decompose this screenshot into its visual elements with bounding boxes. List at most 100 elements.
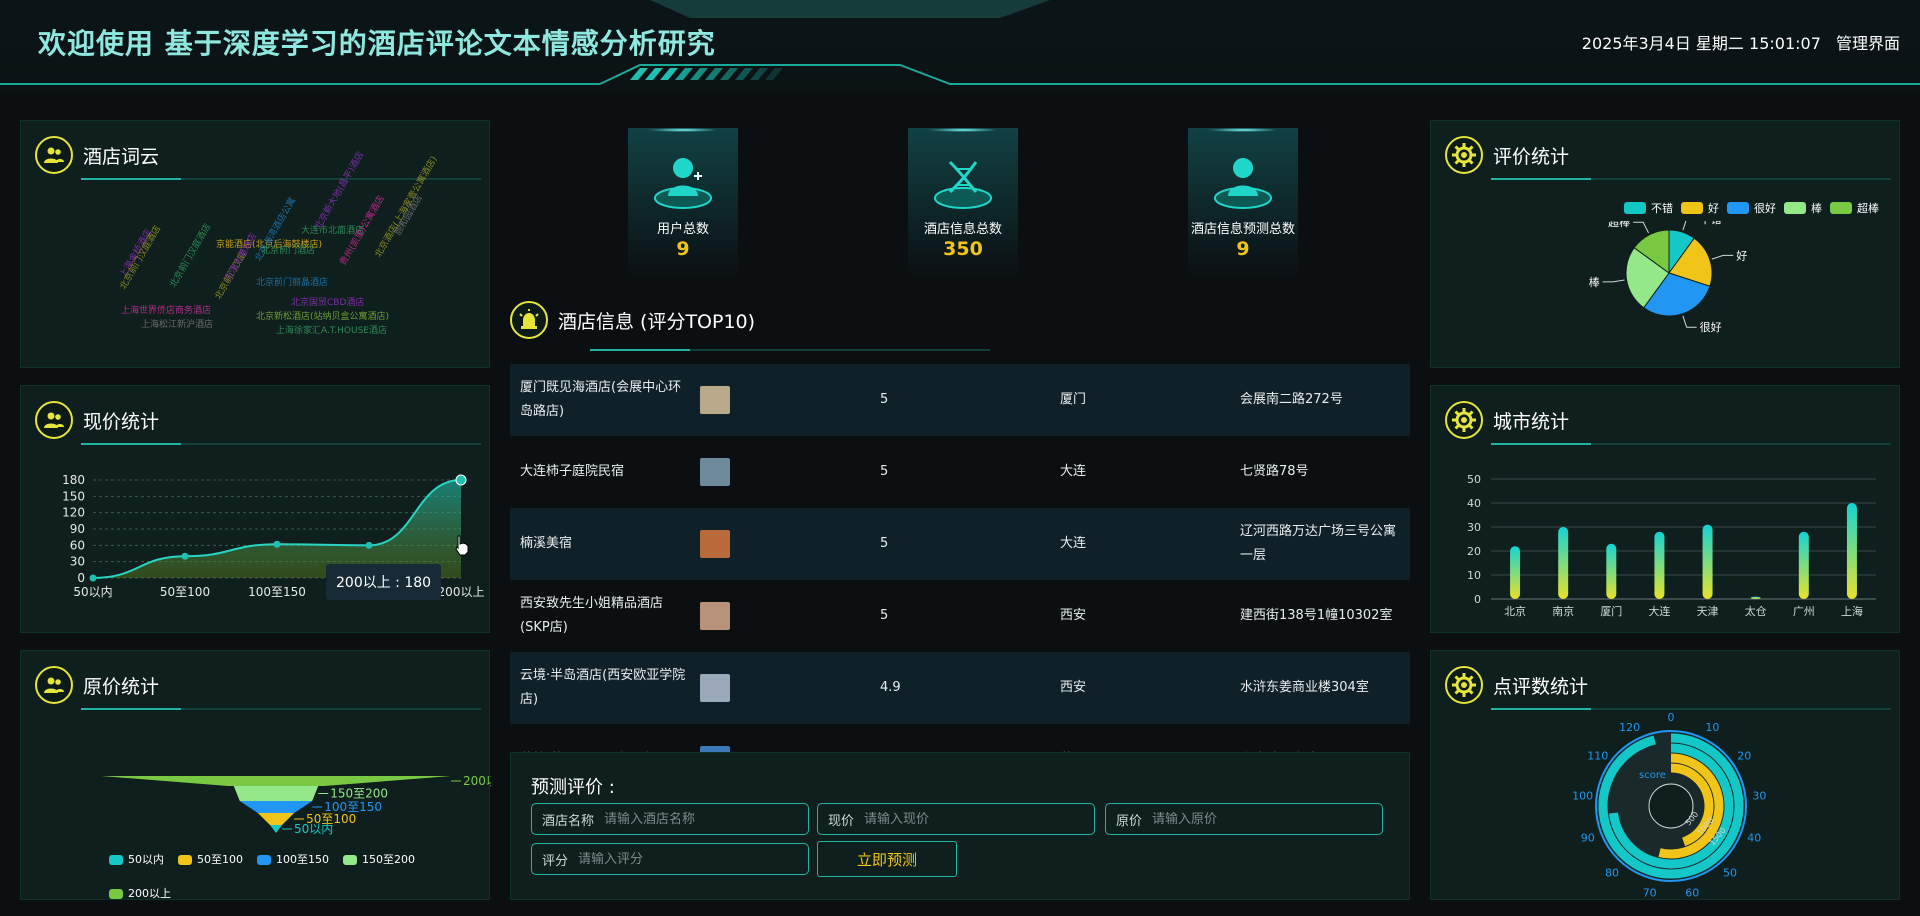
legend-item[interactable]: 50以内: [109, 843, 164, 877]
gear-icon: [1445, 136, 1483, 174]
bar[interactable]: [1702, 524, 1713, 599]
hotel-city: 大连: [1060, 464, 1087, 479]
x-tick-label: 天津: [1697, 605, 1719, 618]
bar[interactable]: [1558, 527, 1569, 599]
data-point[interactable]: [365, 541, 373, 549]
stat-cap: [648, 128, 718, 132]
wordcloud-word: 北京新大地(昌平)酒店: [313, 150, 367, 232]
stat-label: 用户总数: [656, 222, 709, 237]
bar[interactable]: [1750, 596, 1761, 599]
wordcloud-word: 北京新松酒店(站纳贝盒公寓酒店): [256, 312, 390, 322]
review-polar-chart[interactable]: 0102030405060708090100110120score5001000…: [1431, 711, 1900, 900]
legend-item[interactable]: 200以上: [109, 877, 171, 911]
city-bar-chart[interactable]: 0 10 20 30 40 50 北京 南京 厦门 大连 天津 太仓 广州 上海: [1431, 456, 1901, 626]
hotel-city: 大连: [1060, 536, 1087, 551]
y-tick-label: 30: [1467, 521, 1481, 534]
legend-label: 好: [1708, 202, 1719, 215]
hotel-city: 西安: [1060, 608, 1087, 623]
x-tick-label: 南京: [1552, 604, 1574, 618]
funnel-segment[interactable]: [239, 801, 313, 813]
table-row[interactable]: 楠溪美宿 5 大连 辽河西路万达广场三号公寓一层: [510, 508, 1410, 580]
angle-tick-label: 40: [1747, 832, 1761, 845]
legend-item[interactable]: 好: [1681, 200, 1719, 216]
score-input[interactable]: [578, 851, 759, 867]
legend-swatch: [1727, 202, 1749, 214]
x-tick-label: 50以内: [73, 585, 112, 599]
predict-submit-button[interactable]: 立即预测: [817, 841, 957, 877]
hotel-name-input[interactable]: [604, 811, 785, 827]
legend-item[interactable]: 很好: [1727, 200, 1776, 216]
y-tick-label: 0: [1474, 593, 1481, 606]
legend-swatch: [257, 855, 271, 865]
data-point[interactable]: [89, 574, 97, 582]
datetime: 2025年3月4日 星期二 15:01:07: [1581, 34, 1821, 53]
wordcloud-word: 北京前门酒店: [261, 246, 316, 256]
angle-tick-label: 100: [1572, 789, 1593, 802]
current-price-chart[interactable]: 030609012015018050以内50至100100至150150至200…: [21, 471, 491, 631]
hotel-thumbnail: [700, 580, 740, 652]
current-price-field[interactable]: 现价: [817, 803, 1095, 835]
hotel-name-field[interactable]: 酒店名称: [531, 803, 809, 835]
panel-title: 现价统计: [83, 410, 160, 433]
table-row[interactable]: 云境·半岛酒店(西安欧亚学院店) 4.9 西安 水浒东姜商业楼304室: [510, 652, 1410, 724]
stat-icon: [650, 152, 716, 216]
table-row[interactable]: 大连柿子庭院民宿 5 大连 七贤路78号: [510, 436, 1410, 508]
original-price-input[interactable]: [1152, 811, 1333, 827]
hotel-name: 楠溪美宿: [520, 536, 573, 551]
predict-title: 预测评价 :: [531, 777, 615, 798]
user-icon: [1214, 158, 1272, 209]
bar[interactable]: [1510, 546, 1521, 599]
legend-item[interactable]: 不错: [1624, 200, 1673, 216]
panel-header: 城市统计: [1445, 400, 1569, 440]
users-icon: [35, 136, 73, 174]
chart-legend: 50以内 50至100 100至150 150至200 200以上: [101, 843, 461, 911]
table-row[interactable]: 西安致先生小姐精品酒店(SKP店) 5 西安 建西街138号1幢10302室: [510, 580, 1410, 652]
funnel-label: 150至200: [330, 787, 388, 801]
panel-underline: [1491, 178, 1891, 180]
original-price-panel: 原价统计 200以上150至200100至15050至10050以内 50以内5…: [20, 650, 491, 900]
rating-pie-chart[interactable]: 不错好很好 棒 超棒: [1431, 221, 1901, 361]
legend-swatch: [1784, 202, 1806, 214]
table-row[interactable]: 花筑·苏州依山依水民宿 4.9 苏州 金庭镇张家湾4号: [510, 724, 1410, 752]
bar[interactable]: [1654, 531, 1665, 599]
user-add-icon: [654, 158, 712, 209]
hotel-score: 5: [880, 392, 889, 407]
y-tick-label: 30: [70, 555, 85, 569]
legend-item[interactable]: 棒: [1784, 200, 1822, 216]
admin-link[interactable]: 管理界面: [1836, 34, 1900, 53]
legend-item[interactable]: 50至100: [178, 843, 243, 877]
legend-label: 150至200: [362, 853, 415, 866]
funnel-label: 50以内: [294, 822, 333, 836]
hotel-address: 七贤路78号: [1240, 464, 1309, 479]
angle-tick-label: 110: [1587, 749, 1608, 762]
funnel-segment[interactable]: [101, 776, 451, 786]
hotel-name: 花筑·苏州依山依水民宿: [520, 724, 690, 752]
panel-underline: [1491, 443, 1891, 445]
funnel-segment[interactable]: [257, 813, 295, 825]
bar[interactable]: [1798, 531, 1809, 599]
hotel-table[interactable]: 厦门既见海酒店(会展中心环岛路店) 5 厦门 会展南二路272号大连柿子庭院民宿 5 大连…: [510, 364, 1410, 752]
hotel-name: 大连柿子庭院民宿: [520, 464, 625, 479]
legend-item[interactable]: 超棒: [1830, 200, 1879, 216]
y-tick-label: 90: [70, 522, 85, 536]
funnel-segment[interactable]: [233, 786, 319, 801]
hotel-image: [700, 602, 730, 630]
data-point[interactable]: [181, 552, 189, 560]
score-field[interactable]: 评分: [531, 843, 809, 875]
table-row[interactable]: 厦门既见海酒店(会展中心环岛路店) 5 厦门 会展南二路272号: [510, 364, 1410, 436]
bar[interactable]: [1846, 503, 1857, 599]
current-price-input[interactable]: [864, 811, 1045, 827]
legend-item[interactable]: 150至200: [343, 843, 415, 877]
legend-item[interactable]: 100至150: [257, 843, 329, 877]
stat-card: 酒店信息预测总数 9: [1143, 128, 1343, 278]
data-point[interactable]: [455, 474, 467, 486]
bar[interactable]: [1606, 543, 1617, 599]
users-icon: [35, 401, 73, 439]
original-price-field[interactable]: 原价: [1105, 803, 1383, 835]
wordcloud-word: 上海松江新沪酒店: [141, 320, 214, 330]
funnel-segment[interactable]: [269, 825, 283, 833]
wordcloud-word: 北京国贸CBD酒店: [291, 298, 365, 308]
data-point[interactable]: [273, 540, 281, 548]
y-tick-label: 180: [62, 473, 85, 487]
legend-label: 50以内: [128, 853, 164, 866]
